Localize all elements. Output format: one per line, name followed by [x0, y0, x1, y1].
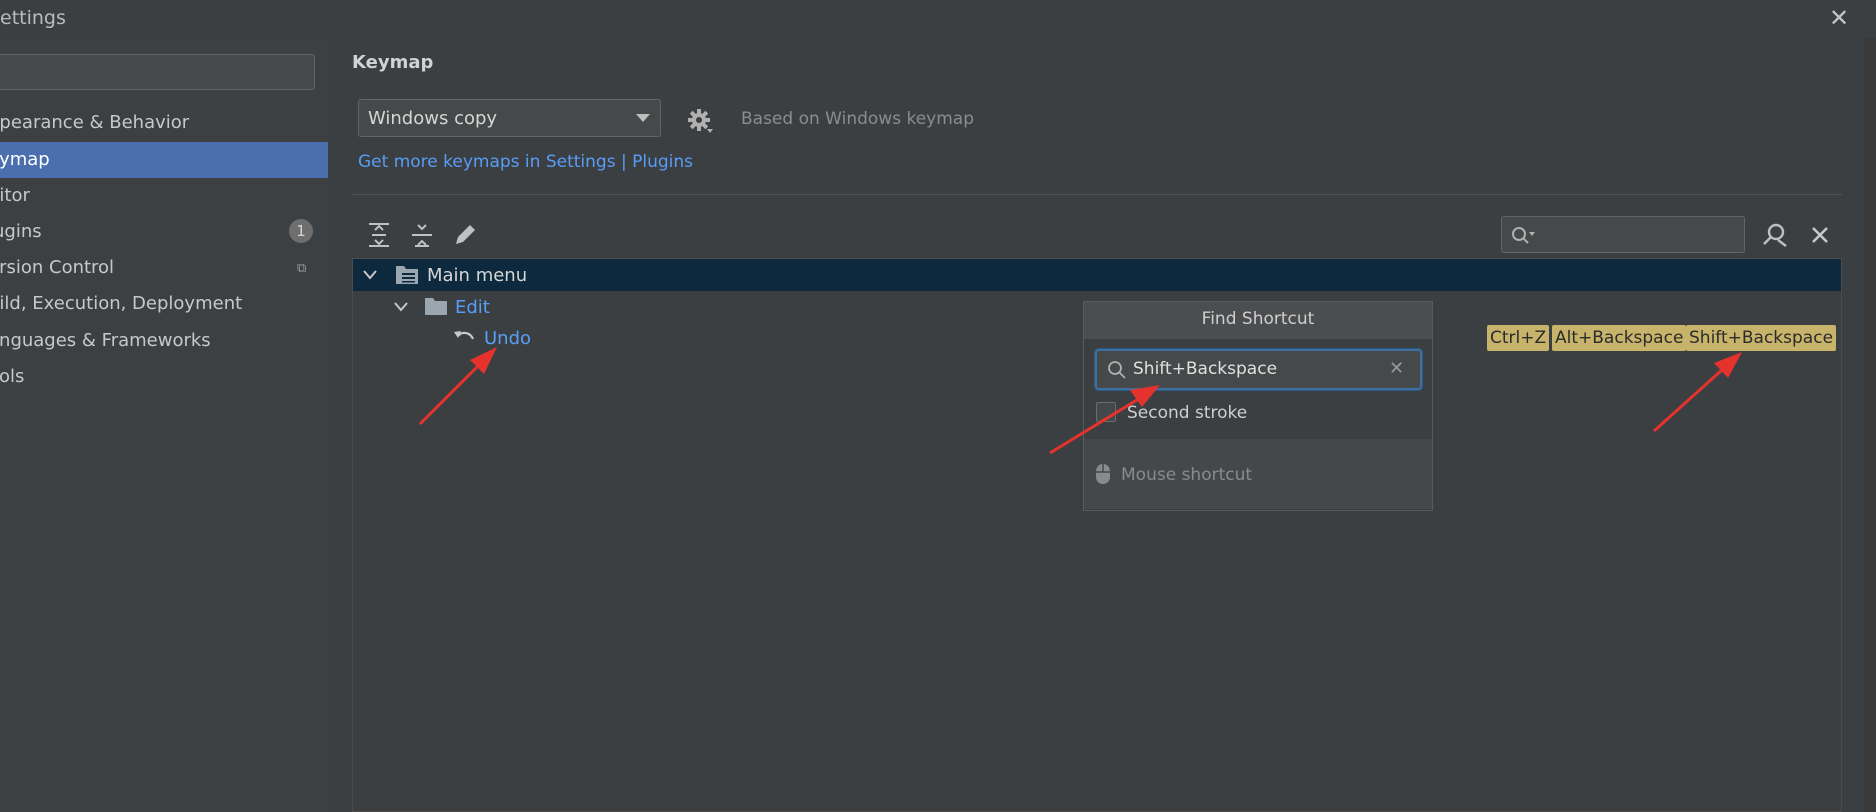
- sidebar-item-editor[interactable]: ditor: [0, 178, 328, 214]
- collapse-all-icon[interactable]: [407, 220, 437, 250]
- shortcut-badge: Shift+Backspace: [1686, 325, 1837, 351]
- tree-row-selected[interactable]: [353, 259, 1841, 291]
- shortcut-badge: Ctrl+Z: [1487, 325, 1550, 351]
- plugins-count-badge: 1: [289, 219, 313, 243]
- second-stroke-label: Second stroke: [1127, 403, 1248, 423]
- shortcut-input-value: Shift+Backspace: [1133, 359, 1278, 379]
- edit-icon[interactable]: [450, 220, 480, 250]
- search-icon: [1512, 227, 1535, 244]
- sidebar-item-label: uild, Execution, Deployment: [0, 293, 243, 314]
- mouse-icon: [1096, 464, 1110, 484]
- title-bar: [0, 0, 1876, 38]
- close-icon[interactable]: [1805, 220, 1835, 250]
- sidebar-item-label: eymap: [0, 149, 50, 170]
- divider: [352, 194, 1842, 195]
- chevron-down-icon[interactable]: [636, 114, 650, 122]
- sidebar-item-languages[interactable]: anguages & Frameworks: [0, 323, 328, 359]
- chevron-down-icon[interactable]: [362, 268, 378, 282]
- sidebar-item-label: ersion Control: [0, 257, 115, 278]
- sidebar-item-build[interactable]: uild, Execution, Deployment: [0, 286, 328, 322]
- scrollbar[interactable]: [1864, 38, 1876, 812]
- sidebar-item-label: anguages & Frameworks: [0, 330, 211, 351]
- menu-folder-icon: [396, 266, 418, 284]
- sidebar-item-label: ppearance & Behavior: [0, 112, 190, 133]
- sidebar-item-plugins[interactable]: lugins: [0, 214, 328, 250]
- undo-icon: [454, 331, 475, 340]
- page-title: Keymap: [352, 52, 434, 73]
- gear-icon[interactable]: [686, 107, 714, 135]
- tree-item-main-menu[interactable]: Main menu: [427, 265, 527, 286]
- project-settings-icon: ⧉: [297, 261, 307, 276]
- tree-item-edit[interactable]: Edit: [455, 297, 490, 318]
- get-more-keymaps-link[interactable]: Get more keymaps in Settings | Plugins: [358, 152, 693, 172]
- sidebar-item-appearance[interactable]: ppearance & Behavior: [0, 105, 328, 141]
- sidebar-item-tools[interactable]: ools: [0, 359, 328, 395]
- window-title: ettings: [0, 7, 66, 29]
- based-on-label: Based on Windows keymap: [741, 109, 974, 129]
- search-icon: [1108, 361, 1126, 379]
- shortcut-badge: Alt+Backspace: [1552, 325, 1687, 351]
- sidebar-item-keymap[interactable]: eymap: [0, 142, 328, 178]
- folder-icon: [425, 298, 447, 315]
- mouse-shortcut-label: Mouse shortcut: [1121, 465, 1253, 485]
- close-icon[interactable]: ✕: [1825, 4, 1853, 32]
- sidebar-item-version-control[interactable]: ersion Control: [0, 250, 328, 286]
- tree-item-undo[interactable]: Undo: [484, 328, 531, 349]
- sidebar-item-label: ools: [0, 366, 25, 387]
- sidebar-item-label: ditor: [0, 185, 30, 206]
- find-shortcut-icon[interactable]: [1760, 220, 1790, 250]
- popup-title: Find Shortcut: [1201, 309, 1315, 329]
- second-stroke-checkbox[interactable]: [1096, 402, 1116, 422]
- clear-icon[interactable]: ✕: [1389, 358, 1404, 379]
- expand-all-icon[interactable]: [364, 220, 394, 250]
- settings-search-input[interactable]: [0, 54, 315, 90]
- sidebar-item-label: lugins: [0, 221, 42, 242]
- keymap-select-value: Windows copy: [368, 108, 498, 129]
- chevron-down-icon[interactable]: [393, 300, 409, 314]
